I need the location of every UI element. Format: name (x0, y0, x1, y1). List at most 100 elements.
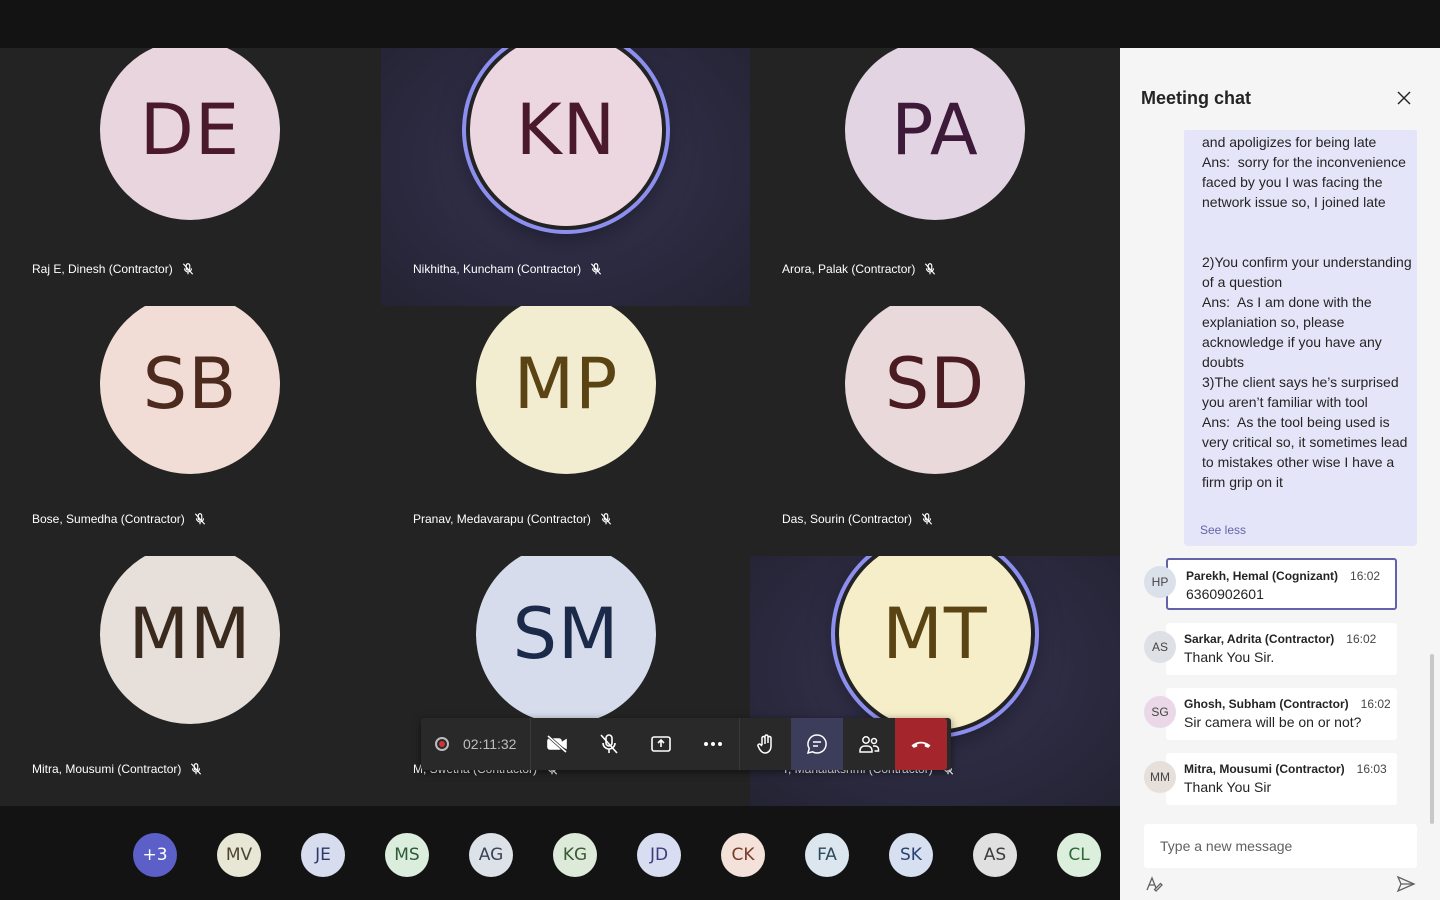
chat-message[interactable]: Mitra, Mousumi (Contractor) 16:03 Thank Yo… (1144, 753, 1397, 805)
meeting-chat-panel: Meeting chat and apoligizes for being la… (1120, 48, 1440, 900)
message-header: Ghosh, Subham (Contractor) 16:02 (1184, 697, 1391, 711)
participant-name: Mitra, Mousumi (Contractor) (32, 762, 203, 776)
chat-toggle-button[interactable] (791, 718, 844, 770)
message-text: Thank You Sir (1184, 779, 1272, 795)
chat-scrollbar[interactable] (1430, 654, 1434, 824)
message-bubble: Parekh, Hemal (Cognizant) 16:02 6360902601 (1166, 558, 1397, 610)
participant-name: Nikhitha, Kuncham (Contractor) (413, 262, 603, 276)
chat-message[interactable]: Parekh, Hemal (Cognizant) 16:02 6360902601… (1144, 558, 1397, 610)
participant-tile[interactable]: KN Nikhitha, Kuncham (Contractor) (381, 48, 750, 306)
participants-button[interactable] (843, 718, 895, 770)
message-header: Parekh, Hemal (Cognizant) 16:02 (1186, 569, 1380, 583)
participant-avatar: KN (470, 48, 662, 226)
roster-avatar[interactable]: +3 (133, 833, 177, 877)
participant-avatar: MM (100, 556, 280, 724)
mic-muted-icon (191, 763, 202, 775)
message-time: 16:02 (1360, 697, 1391, 711)
hang-up-button[interactable] (895, 718, 948, 770)
sender-name: Sarkar, Adrita (Contractor) (1184, 632, 1335, 646)
send-icon (1396, 875, 1416, 893)
call-timer: 02:11:32 (463, 736, 517, 752)
participant-tile[interactable]: MM Mitra, Mousumi (Contractor) (0, 556, 381, 806)
roster-avatar[interactable]: CL (1057, 833, 1101, 877)
message-compose-box[interactable]: Type a new message (1144, 824, 1417, 868)
close-chat-button[interactable] (1394, 88, 1414, 108)
mic-muted-icon (182, 263, 193, 275)
participant-avatar: MT (839, 556, 1031, 730)
roster-avatar[interactable]: FA (805, 833, 849, 877)
own-message-text: and apoligizes for being late Ans: sorry… (1202, 134, 1412, 490)
roster-avatar[interactable]: SK (889, 833, 933, 877)
roster-avatar[interactable]: JD (637, 833, 681, 877)
participant-tile[interactable]: PA Arora, Palak (Contractor) (750, 48, 1120, 306)
more-actions-button[interactable] (687, 718, 739, 770)
mic-muted-icon (600, 513, 611, 525)
mute-button[interactable] (583, 718, 635, 770)
chat-icon (807, 734, 828, 755)
message-text: 6360902601 (1186, 586, 1264, 602)
mic-muted-icon (921, 513, 933, 525)
teams-meeting-window: DE Raj E, Dinesh (Contractor) KN Nikhitha, … (0, 0, 1440, 900)
message-text: Thank You Sir. (1184, 649, 1275, 665)
participant-avatar: DE (100, 48, 280, 220)
participant-avatar: MP (476, 306, 656, 474)
mic-muted-icon (590, 263, 602, 275)
participant-name: Arora, Palak (Contractor) (782, 262, 937, 276)
roster-avatar[interactable]: AG (469, 833, 513, 877)
camera-off-button[interactable] (531, 718, 583, 770)
sender-name: Mitra, Mousumi (Contractor) (1184, 762, 1345, 776)
message-time: 16:02 (1346, 632, 1377, 646)
raise-hand-button[interactable] (739, 718, 791, 770)
participant-tile[interactable]: SB Bose, Sumedha (Contractor) (0, 306, 381, 556)
message-time: 16:02 (1350, 569, 1381, 583)
participant-avatar: SB (100, 306, 280, 474)
sender-avatar: MM (1144, 761, 1176, 793)
top-bar (0, 0, 1440, 48)
people-icon (859, 736, 880, 753)
participant-name: Raj E, Dinesh (Contractor) (32, 262, 195, 276)
own-message-bubble: and apoligizes for being late Ans: sorry… (1184, 130, 1417, 546)
participant-avatar: SM (476, 556, 656, 724)
format-button[interactable] (1144, 874, 1164, 894)
participant-avatar: PA (845, 48, 1025, 220)
roster-avatar[interactable]: MV (217, 833, 261, 877)
chat-message[interactable]: Ghosh, Subham (Contractor) 16:02 Sir camer… (1144, 688, 1397, 740)
sender-avatar: SG (1144, 696, 1176, 728)
sender-avatar: HP (1144, 566, 1176, 598)
see-less-link[interactable]: See less (1200, 523, 1246, 537)
compose-placeholder: Type a new message (1160, 838, 1293, 854)
participant-tile[interactable]: DE Raj E, Dinesh (Contractor) (0, 48, 381, 306)
call-controls-bar: 02:11:32 (421, 718, 951, 770)
send-button[interactable] (1396, 874, 1416, 894)
message-header: Mitra, Mousumi (Contractor) 16:03 (1184, 762, 1387, 776)
message-text: Sir camera will be on or not? (1184, 714, 1362, 730)
participant-avatar: SD (845, 306, 1025, 474)
more-icon (704, 742, 723, 746)
roster-avatar[interactable]: KG (553, 833, 597, 877)
participant-name: Pranav, Medavarapu (Contractor) (413, 512, 613, 526)
recording-indicator: 02:11:32 (421, 718, 532, 770)
mic-muted-icon (925, 263, 936, 275)
close-icon (1397, 91, 1411, 105)
video-grid: DE Raj E, Dinesh (Contractor) KN Nikhitha, … (0, 48, 1120, 806)
share-screen-button[interactable] (635, 718, 687, 770)
message-bubble: Ghosh, Subham (Contractor) 16:02 Sir camer… (1166, 688, 1397, 740)
message-bubble: Sarkar, Adrita (Contractor) 16:02 Thank Yo… (1166, 623, 1397, 675)
message-time: 16:03 (1356, 762, 1387, 776)
sender-name: Ghosh, Subham (Contractor) (1184, 697, 1349, 711)
hang-up-icon (911, 741, 931, 748)
participant-tile[interactable]: MP Pranav, Medavarapu (Contractor) (381, 306, 750, 556)
roster-avatar[interactable]: JE (301, 833, 345, 877)
chat-message[interactable]: Sarkar, Adrita (Contractor) 16:02 Thank Yo… (1144, 623, 1397, 675)
message-bubble: Mitra, Mousumi (Contractor) 16:03 Thank Yo… (1166, 753, 1397, 805)
roster-avatar[interactable]: AS (973, 833, 1017, 877)
mic-muted-icon (194, 513, 205, 525)
roster-avatar[interactable]: CK (721, 833, 765, 877)
sender-name: Parekh, Hemal (Cognizant) (1186, 569, 1339, 583)
roster-avatar[interactable]: MS (385, 833, 429, 877)
participant-tile[interactable]: SD Das, Sourin (Contractor) (750, 306, 1120, 556)
hand-icon (757, 734, 772, 754)
mic-off-icon (600, 734, 619, 754)
participant-name: Das, Sourin (Contractor) (782, 512, 934, 526)
recording-icon (435, 737, 449, 751)
